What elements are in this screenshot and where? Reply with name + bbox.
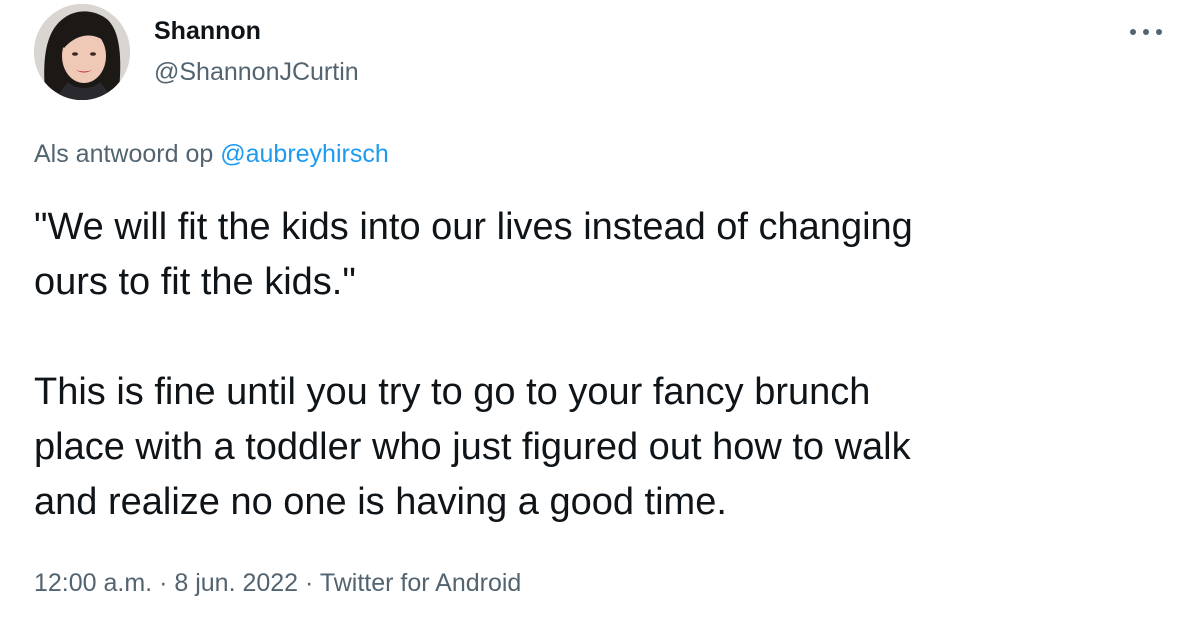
tweet-text: "We will fit the kids into our lives ins… bbox=[34, 206, 913, 523]
meta-separator: · bbox=[152, 569, 175, 597]
reply-context: Als antwoord op @aubreyhirsch bbox=[34, 138, 389, 170]
avatar[interactable] bbox=[34, 4, 130, 100]
tweet-source-link[interactable]: Twitter for Android bbox=[320, 569, 521, 597]
reply-mention-link[interactable]: @aubreyhirsch bbox=[220, 140, 389, 168]
profile-photo-icon bbox=[34, 4, 130, 100]
meta-separator: · bbox=[298, 569, 320, 597]
more-options-button[interactable] bbox=[1124, 18, 1168, 46]
tweet-time-link[interactable]: 12:00 a.m. bbox=[34, 569, 152, 597]
tweet-meta: 12:00 a.m. · 8 jun. 2022 · Twitter for A… bbox=[34, 567, 521, 599]
display-name[interactable]: Shannon bbox=[154, 15, 261, 47]
reply-prefix: Als antwoord op bbox=[34, 140, 214, 168]
tweet-date-link[interactable]: 8 jun. 2022 bbox=[174, 569, 298, 597]
more-horizontal-icon bbox=[1130, 29, 1162, 35]
user-handle[interactable]: @ShannonJCurtin bbox=[154, 56, 359, 88]
